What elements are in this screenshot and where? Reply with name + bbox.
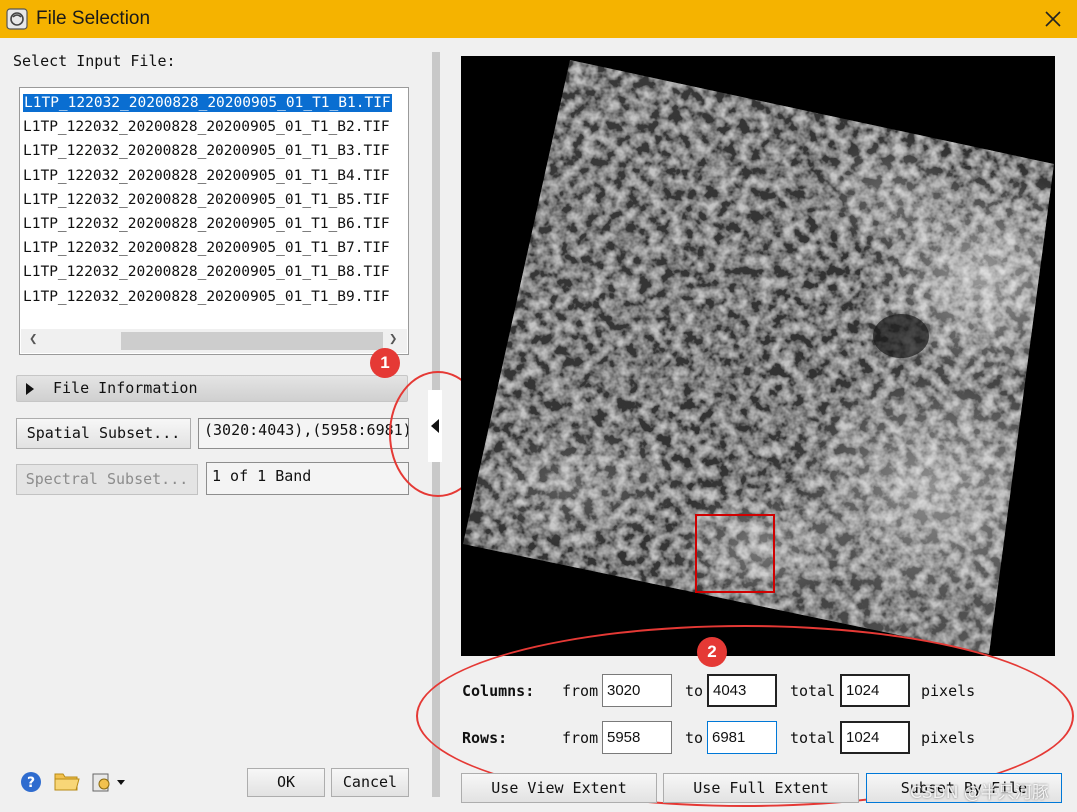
file-list-item[interactable]: L1TP_122032_20200828_20200905_01_T1_B5.T…: [20, 188, 408, 212]
file-list-item[interactable]: L1TP_122032_20200828_20200905_01_T1_B6.T…: [20, 212, 408, 236]
spatial-subset-value: (3020:4043),(5958:6981): [198, 418, 409, 449]
select-input-file-label: Select Input File:: [13, 52, 176, 70]
rows-from-label: from: [562, 729, 599, 747]
ok-button[interactable]: OK: [247, 768, 325, 797]
rows-pixels-label: pixels: [921, 729, 976, 747]
file-name: L1TP_122032_20200828_20200905_01_T1_B2.T…: [23, 119, 390, 136]
use-view-extent-button[interactable]: Use View Extent: [461, 773, 657, 803]
columns-from-label: from: [562, 682, 599, 700]
scrollbar-thumb[interactable]: [121, 332, 383, 350]
scroll-right-icon[interactable]: ❯: [389, 331, 397, 347]
open-folder-icon[interactable]: [54, 770, 80, 792]
file-list-item[interactable]: L1TP_122032_20200828_20200905_01_T1_B3.T…: [20, 139, 408, 163]
file-name: L1TP_122032_20200828_20200905_01_T1_B3.T…: [23, 143, 390, 160]
horizontal-scrollbar[interactable]: ❮ ❯: [21, 329, 407, 353]
columns-pixels-label: pixels: [921, 682, 976, 700]
file-name: L1TP_122032_20200828_20200905_01_T1_B4.T…: [23, 167, 390, 184]
options-menu-icon[interactable]: [90, 770, 126, 794]
image-preview[interactable]: [461, 56, 1055, 656]
spectral-subset-value: 1 of 1 Band: [206, 462, 409, 495]
file-list-item[interactable]: L1TP_122032_20200828_20200905_01_T1_B2.T…: [20, 115, 408, 139]
svg-text:?: ?: [27, 775, 35, 791]
file-list-item[interactable]: L1TP_122032_20200828_20200905_01_T1_B7.T…: [20, 236, 408, 260]
spectral-subset-button[interactable]: Spectral Subset...: [16, 464, 198, 495]
columns-to-input[interactable]: [707, 674, 777, 707]
window-title: File Selection: [36, 8, 151, 29]
file-name: L1TP_122032_20200828_20200905_01_T1_B9.T…: [23, 288, 390, 305]
file-list-item[interactable]: L1TP_122032_20200828_20200905_01_T1_B8.T…: [20, 260, 408, 284]
rows-from-input[interactable]: [602, 721, 672, 754]
annotation-badge-1: 1: [370, 348, 400, 378]
scroll-left-icon[interactable]: ❮: [29, 331, 37, 347]
columns-total-input[interactable]: [840, 674, 910, 707]
rows-to-label: to: [685, 729, 704, 747]
title-bar: File Selection: [0, 0, 1077, 38]
file-list-item[interactable]: L1TP_122032_20200828_20200905_01_T1_B1.T…: [20, 91, 408, 115]
columns-to-label: to: [685, 682, 704, 700]
file-information-label: File Information: [53, 379, 198, 397]
columns-total-label: total: [790, 682, 836, 700]
file-name: L1TP_122032_20200828_20200905_01_T1_B8.T…: [23, 264, 390, 281]
app-icon: [6, 8, 28, 30]
file-name: L1TP_122032_20200828_20200905_01_T1_B5.T…: [23, 191, 390, 208]
input-file-list[interactable]: L1TP_122032_20200828_20200905_01_T1_B1.T…: [19, 87, 409, 355]
file-list-item[interactable]: L1TP_122032_20200828_20200905_01_T1_B4.T…: [20, 164, 408, 188]
expand-arrow-icon: [26, 383, 34, 395]
file-information-toggle[interactable]: File Information: [16, 375, 408, 402]
rows-total-input[interactable]: [840, 721, 910, 754]
columns-label: Columns:: [462, 682, 535, 700]
file-name: L1TP_122032_20200828_20200905_01_T1_B1.T…: [23, 94, 392, 112]
columns-from-input[interactable]: [602, 674, 672, 707]
rows-label: Rows:: [462, 729, 508, 747]
rows-total-label: total: [790, 729, 836, 747]
close-icon[interactable]: [1040, 6, 1066, 32]
subset-region-box[interactable]: [695, 514, 775, 593]
cancel-button[interactable]: Cancel: [331, 768, 409, 797]
file-name: L1TP_122032_20200828_20200905_01_T1_B6.T…: [23, 215, 390, 232]
rows-to-input[interactable]: [707, 721, 777, 754]
use-full-extent-button[interactable]: Use Full Extent: [663, 773, 859, 803]
file-name: L1TP_122032_20200828_20200905_01_T1_B7.T…: [23, 240, 390, 257]
watermark: CSDN @半只河豚: [910, 783, 1049, 803]
spatial-subset-button[interactable]: Spatial Subset...: [16, 418, 191, 449]
file-list-item[interactable]: L1TP_122032_20200828_20200905_01_T1_B9.T…: [20, 285, 408, 309]
help-icon[interactable]: ?: [20, 771, 42, 793]
